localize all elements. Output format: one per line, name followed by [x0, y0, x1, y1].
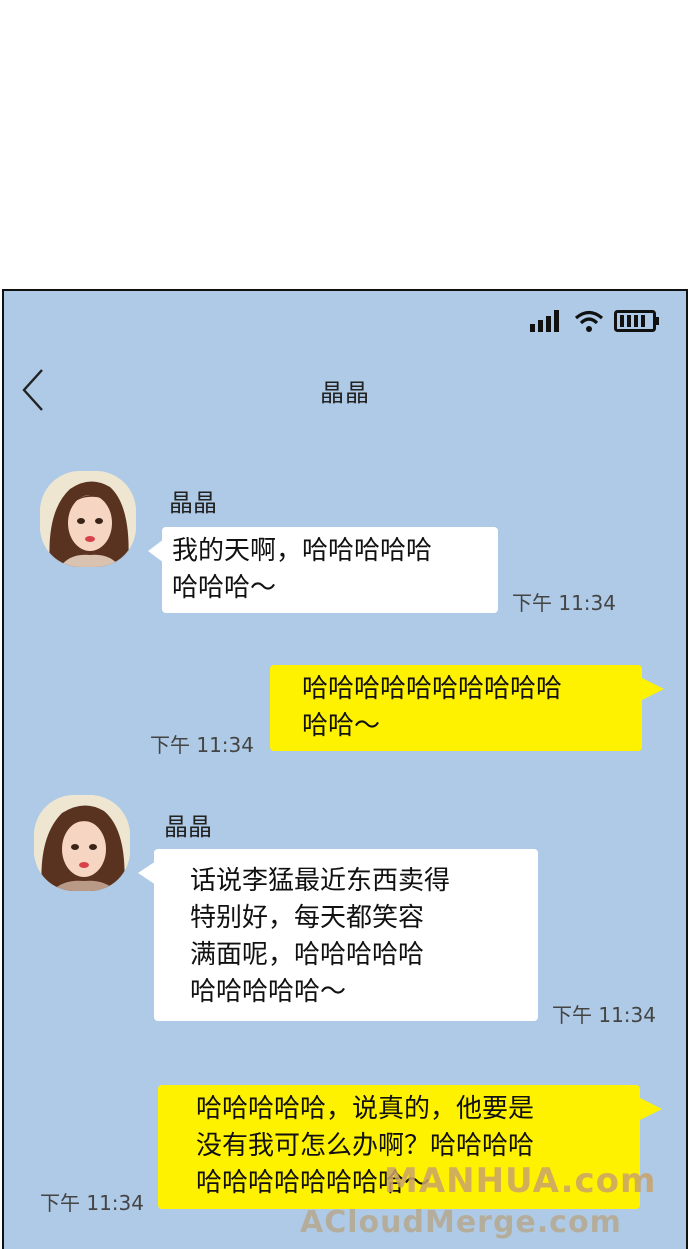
message-timestamp: 下午 11:34 — [512, 591, 616, 615]
page-title: 晶晶 — [320, 379, 370, 407]
bubble-tail — [640, 677, 664, 701]
chat-screen: 晶晶 晶晶 我的天啊，哈哈哈哈哈 哈哈哈～ 下午 11:34 下午 11:34 … — [2, 289, 688, 1249]
bubble-tail — [638, 1097, 662, 1121]
watermark: ACloudMerge.com — [300, 1205, 622, 1240]
message-bubble-outgoing[interactable]: 哈哈哈哈哈哈哈哈哈哈 哈哈～ — [270, 665, 642, 751]
wifi-icon — [574, 310, 604, 332]
message-bubble-incoming[interactable]: 话说李猛最近东西卖得 特别好，每天都笑容 满面呢，哈哈哈哈哈 哈哈哈哈哈～ — [154, 849, 538, 1021]
sender-name: 晶晶 — [164, 813, 212, 841]
chat-header: 晶晶 — [4, 351, 686, 427]
battery-icon — [614, 310, 659, 332]
status-bar — [530, 309, 660, 333]
signal-icon — [530, 310, 559, 332]
sender-name: 晶晶 — [169, 489, 217, 517]
watermark: MANHUA.com — [384, 1161, 657, 1201]
avatar[interactable] — [40, 471, 136, 567]
message-bubble-incoming[interactable]: 我的天啊，哈哈哈哈哈 哈哈哈～ — [162, 527, 498, 613]
message-timestamp: 下午 11:34 — [40, 1191, 144, 1215]
message-timestamp: 下午 11:34 — [150, 733, 254, 757]
avatar[interactable] — [34, 795, 130, 891]
message-timestamp: 下午 11:34 — [552, 1003, 656, 1027]
